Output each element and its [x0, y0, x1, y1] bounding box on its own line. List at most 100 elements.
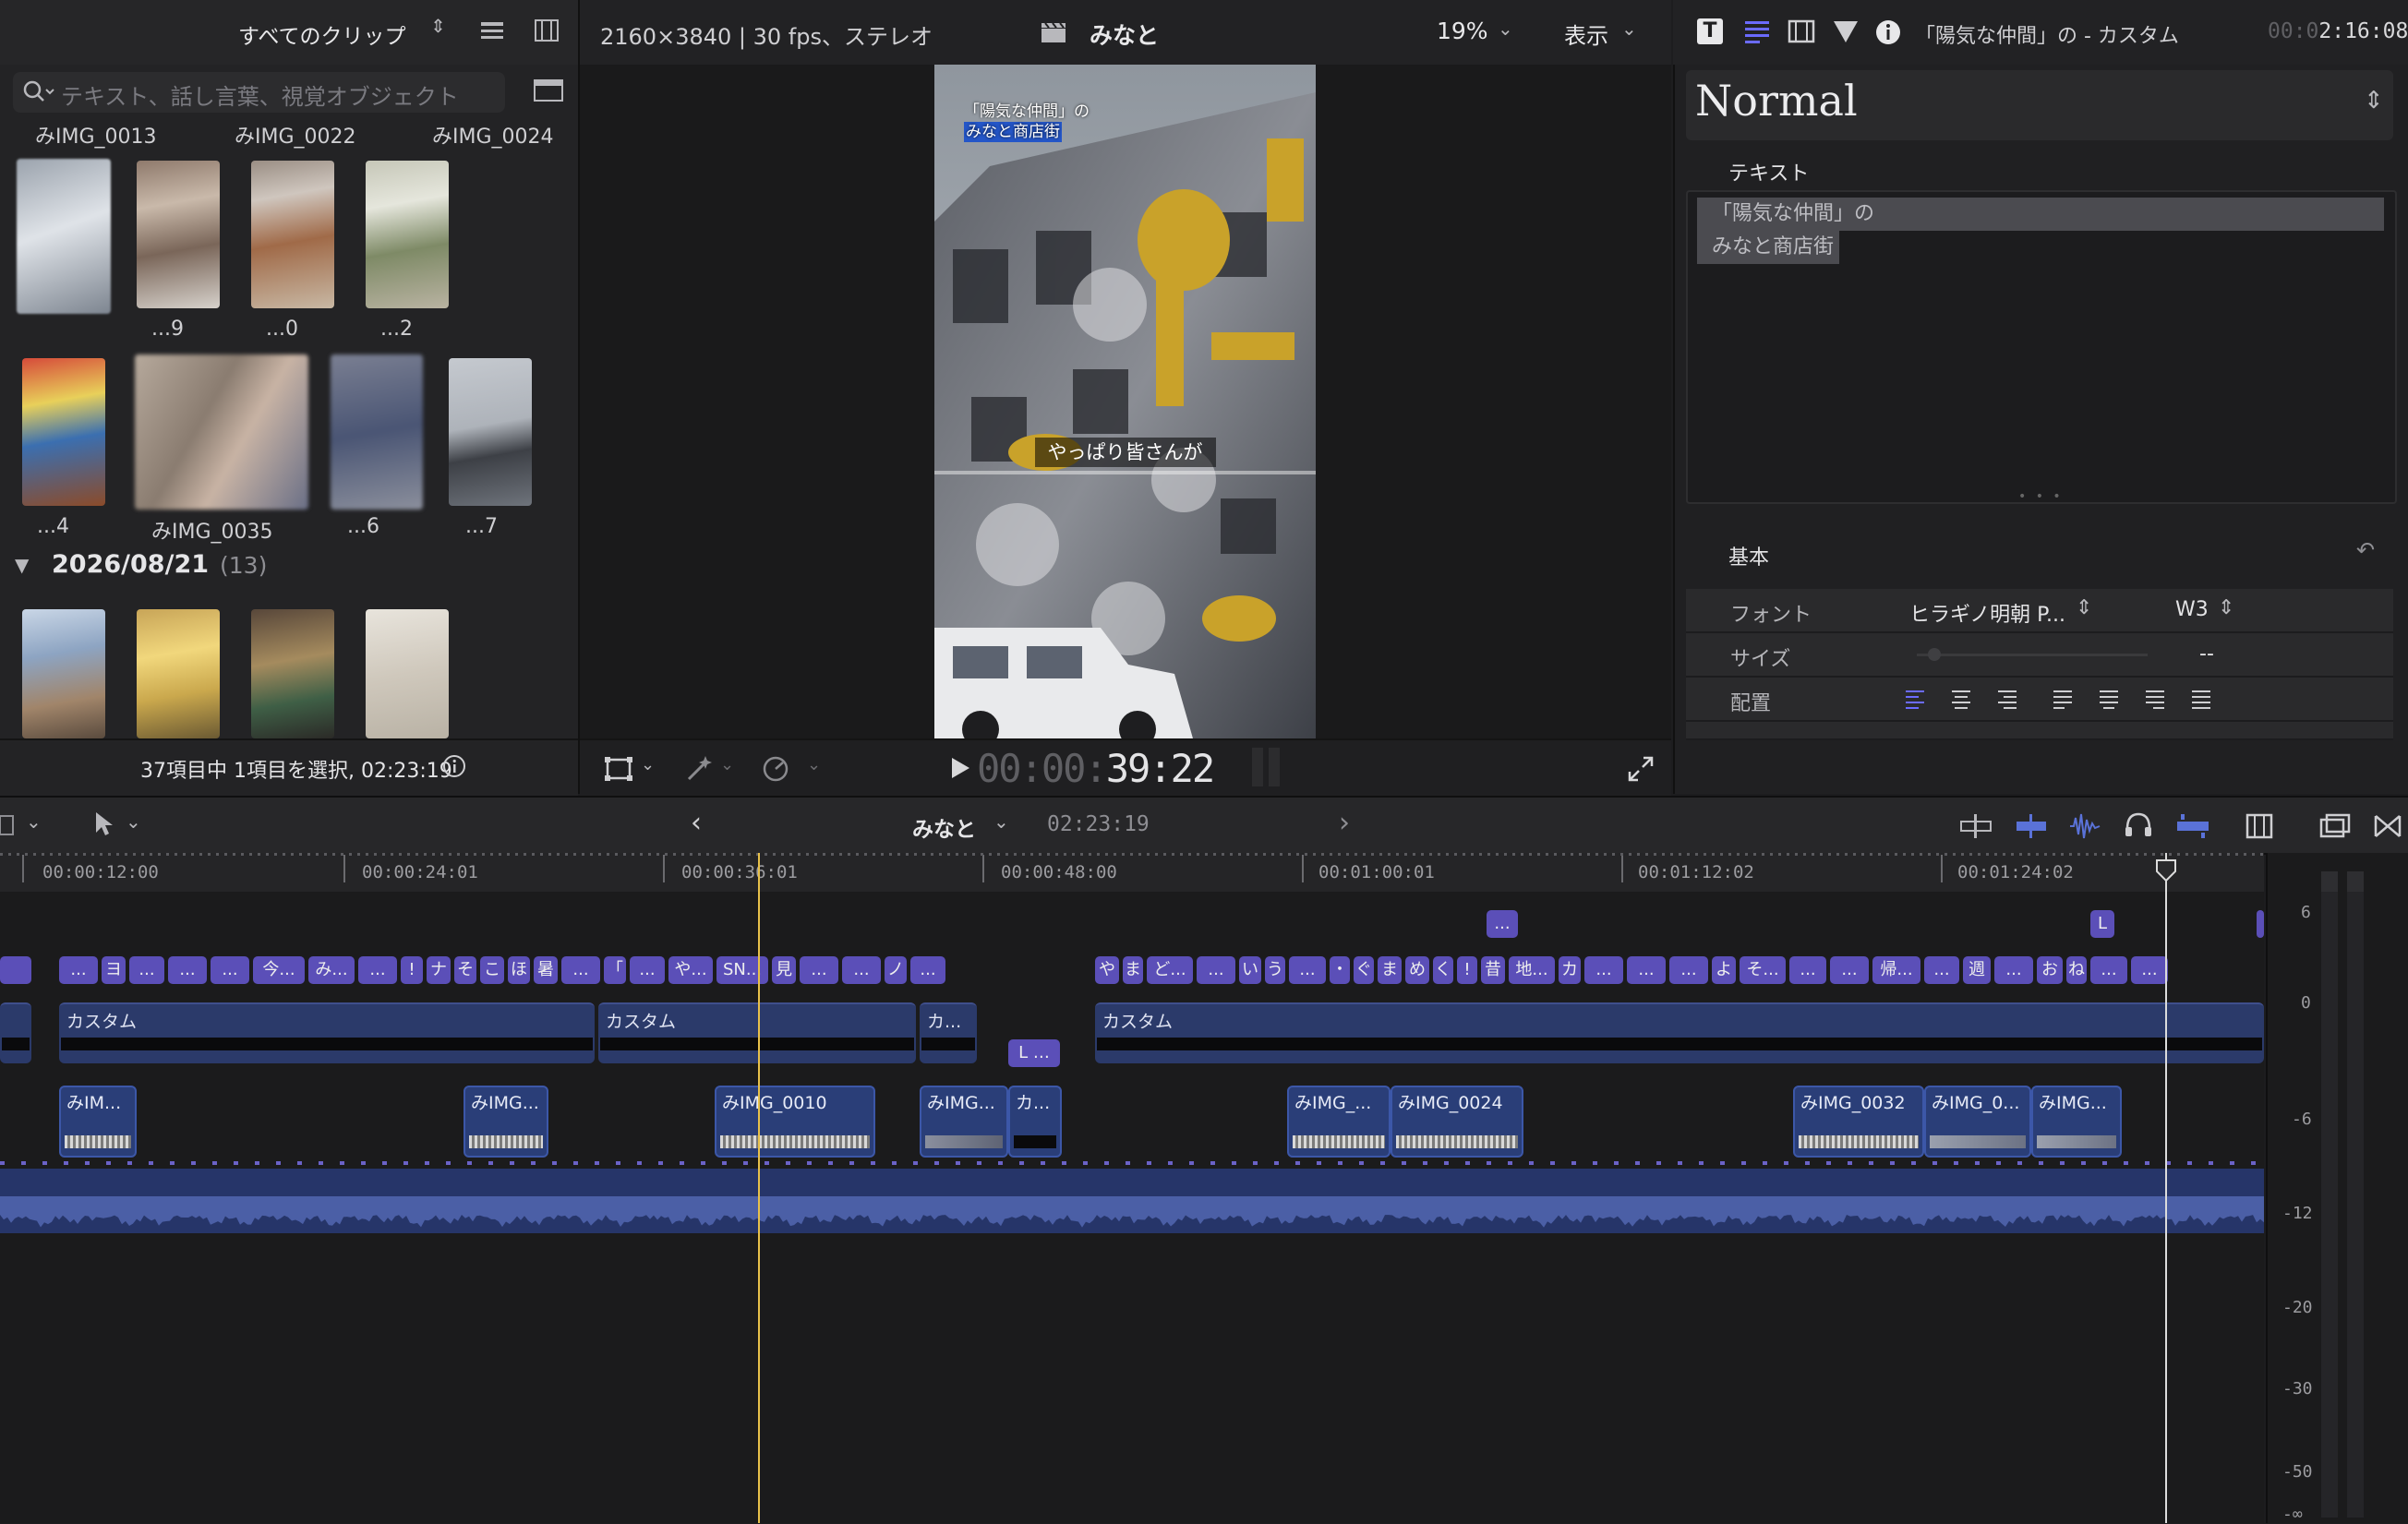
video-clip[interactable]: カ... — [1008, 1086, 1062, 1158]
caption-clip[interactable]: カスタム — [598, 1002, 916, 1063]
font-family-menu[interactable]: ヒラギノ明朝 P... — [1909, 598, 2065, 628]
chevron-down-icon[interactable]: ⌄ — [807, 755, 821, 774]
clip-title[interactable]: みIMG_0024 — [432, 120, 554, 150]
clip-thumbnail[interactable] — [22, 358, 105, 506]
transitions-icon[interactable] — [2373, 812, 2402, 844]
select-tool-icon[interactable] — [92, 810, 114, 842]
alignment-buttons[interactable] — [1906, 689, 2220, 711]
caption-clip[interactable] — [0, 1002, 31, 1063]
timeline-project-name[interactable]: みなと — [912, 811, 976, 843]
clip-thumbnail[interactable] — [449, 358, 532, 506]
clip-thumbnail[interactable] — [331, 354, 423, 510]
filmstrip-toggle-icon[interactable] — [534, 78, 563, 107]
text-inspector-icon[interactable]: T — [1697, 18, 1723, 44]
video-clip[interactable]: みIMG_0... — [1924, 1086, 2031, 1158]
solo-icon[interactable] — [2175, 812, 2210, 844]
chevron-down-icon[interactable]: ⌄ — [126, 810, 141, 833]
title-clip[interactable]: ... — [630, 956, 665, 984]
title-clip[interactable]: よ — [1712, 956, 1736, 984]
play-icon[interactable] — [949, 755, 971, 785]
title-clip[interactable]: 昔 — [1481, 956, 1505, 984]
size-slider[interactable] — [1917, 654, 2148, 656]
title-clip[interactable]: ! — [1457, 956, 1477, 984]
justify-full-icon[interactable] — [2192, 690, 2210, 709]
justify-right-icon[interactable] — [2146, 690, 2164, 709]
clip-title[interactable]: みIMG_0013 — [35, 120, 157, 150]
video-clip[interactable]: みIMG... — [464, 1086, 548, 1158]
audio-skimming-icon[interactable] — [2068, 812, 2101, 844]
title-clip[interactable] — [0, 956, 31, 984]
clip-thumbnail[interactable] — [137, 609, 220, 738]
text-editor[interactable]: 「陽気な仲間」の みなと商店街 • • • — [1686, 190, 2397, 504]
title-clip[interactable]: や — [1095, 956, 1119, 984]
font-weight-menu[interactable]: W3 — [2175, 598, 2209, 621]
title-clip[interactable]: ... — [2090, 956, 2127, 984]
forward-arrow-icon[interactable]: › — [1339, 807, 1350, 839]
back-arrow-icon[interactable]: ‹ — [691, 807, 702, 839]
title-clip[interactable]: 今... — [253, 956, 305, 984]
title-clip[interactable]: そ — [454, 956, 476, 984]
title-clip[interactable]: ... — [1924, 956, 1959, 984]
title-clip[interactable]: ま — [1123, 956, 1143, 984]
title-clip[interactable]: ヨ — [102, 956, 126, 984]
title-clip[interactable]: 帰... — [1872, 956, 1920, 984]
video-clip[interactable]: みIMG_0024 — [1391, 1086, 1523, 1158]
video-clip[interactable]: みIM... — [59, 1086, 137, 1158]
caption-clip[interactable]: カスタム — [1095, 1002, 2264, 1063]
caption-clip[interactable]: カスタム — [59, 1002, 595, 1063]
title-clip[interactable]: ... — [358, 956, 397, 984]
transform-icon[interactable] — [604, 755, 635, 786]
title-clip[interactable]: ... — [1584, 956, 1623, 984]
title-clip[interactable]: L — [2090, 910, 2114, 938]
timeline-index-icon[interactable] — [2319, 812, 2351, 844]
title-clip[interactable]: こ — [480, 956, 504, 984]
title-clip[interactable]: ... — [1789, 956, 1826, 984]
title-clip[interactable]: ... — [168, 956, 207, 984]
title-clip[interactable] — [2257, 910, 2264, 938]
reset-icon[interactable]: ↶ — [2356, 537, 2375, 563]
title-clip[interactable]: ... — [129, 956, 164, 984]
clip-title[interactable]: みIMG_0022 — [235, 120, 356, 150]
title-clip[interactable]: 「 — [604, 956, 626, 984]
title-clip[interactable]: ... — [59, 956, 98, 984]
title-overlay[interactable]: 「陽気な仲間」の みなと商店街 — [964, 102, 1090, 142]
clip-thumbnail[interactable] — [366, 609, 449, 738]
title-clip[interactable]: い — [1239, 956, 1261, 984]
chevron-down-icon[interactable]: ⌄ — [993, 810, 1009, 833]
color-inspector-icon[interactable] — [1832, 18, 1860, 48]
align-right-icon[interactable] — [1998, 690, 2017, 709]
title-clip[interactable]: ・ — [1330, 956, 1350, 984]
chevron-down-icon[interactable]: ⌄ — [641, 755, 655, 774]
title-clip[interactable]: や... — [668, 956, 713, 984]
title-clip[interactable]: ... — [2131, 956, 2168, 984]
playhead-handle-icon[interactable] — [2155, 858, 2177, 884]
filmstrip-view-icon[interactable] — [534, 18, 560, 42]
title-clip[interactable]: み... — [308, 956, 355, 984]
text-content[interactable]: 「陽気な仲間」の みなと商店街 — [1712, 198, 1874, 264]
title-clip[interactable]: ! — [401, 956, 423, 984]
zoom-menu[interactable]: 19% — [1437, 18, 1488, 44]
search-input[interactable]: テキスト、話し言葉、視覚オブジェクト — [61, 78, 459, 111]
video-frame[interactable]: 「陽気な仲間」の みなと商店街 やっぱり皆さんが — [934, 65, 1316, 738]
title-clip[interactable]: ... — [800, 956, 838, 984]
title-clip[interactable]: ま — [1378, 956, 1402, 984]
caption-clip[interactable]: カ... — [920, 1002, 977, 1063]
title-clip[interactable]: ほ — [508, 956, 530, 984]
clip-thumbnail[interactable] — [251, 161, 334, 308]
view-menu[interactable]: 表示 — [1564, 18, 1608, 50]
title-clip[interactable]: カ — [1559, 956, 1581, 984]
title-clip[interactable]: 見 — [772, 956, 796, 984]
align-center-icon[interactable] — [1952, 690, 1970, 709]
clip-thumbnail[interactable] — [22, 609, 105, 738]
clip-filter-menu[interactable]: すべてのクリップ — [238, 18, 405, 50]
title-clip[interactable]: ... — [561, 956, 600, 984]
headphones-icon[interactable] — [2124, 810, 2153, 842]
video-clip[interactable]: みIMG... — [2031, 1086, 2122, 1158]
title-clip[interactable]: そ... — [1740, 956, 1786, 984]
speed-gauge-icon[interactable] — [761, 753, 792, 786]
video-clip[interactable]: みIMG_0010 — [715, 1086, 875, 1158]
title-clip[interactable]: く — [1433, 956, 1453, 984]
video-inspector-icon[interactable] — [1788, 18, 1815, 48]
info-icon[interactable] — [441, 753, 467, 783]
title-clip[interactable]: L … — [1008, 1039, 1060, 1067]
